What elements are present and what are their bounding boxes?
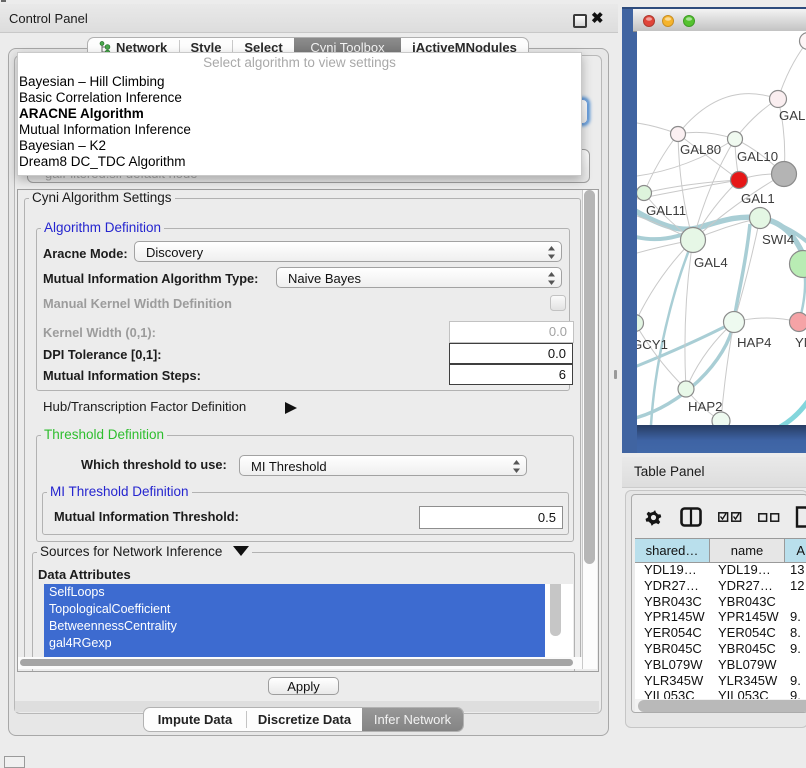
svg-text:GAL11: GAL11 [646, 203, 686, 218]
svg-text:GAL10: GAL10 [737, 149, 778, 164]
svg-text:HAP4: HAP4 [737, 335, 771, 350]
svg-text:SWI4: SWI4 [762, 232, 794, 247]
svg-text:HAP2: HAP2 [688, 399, 722, 414]
svg-text:YM: YM [795, 335, 806, 350]
svg-text:GAL80: GAL80 [680, 142, 721, 157]
svg-text:GAL4: GAL4 [694, 255, 728, 270]
svg-text:GAL1: GAL1 [741, 191, 775, 206]
svg-text:GCY1: GCY1 [637, 337, 668, 352]
svg-text:GAL7: GAL7 [779, 108, 806, 123]
